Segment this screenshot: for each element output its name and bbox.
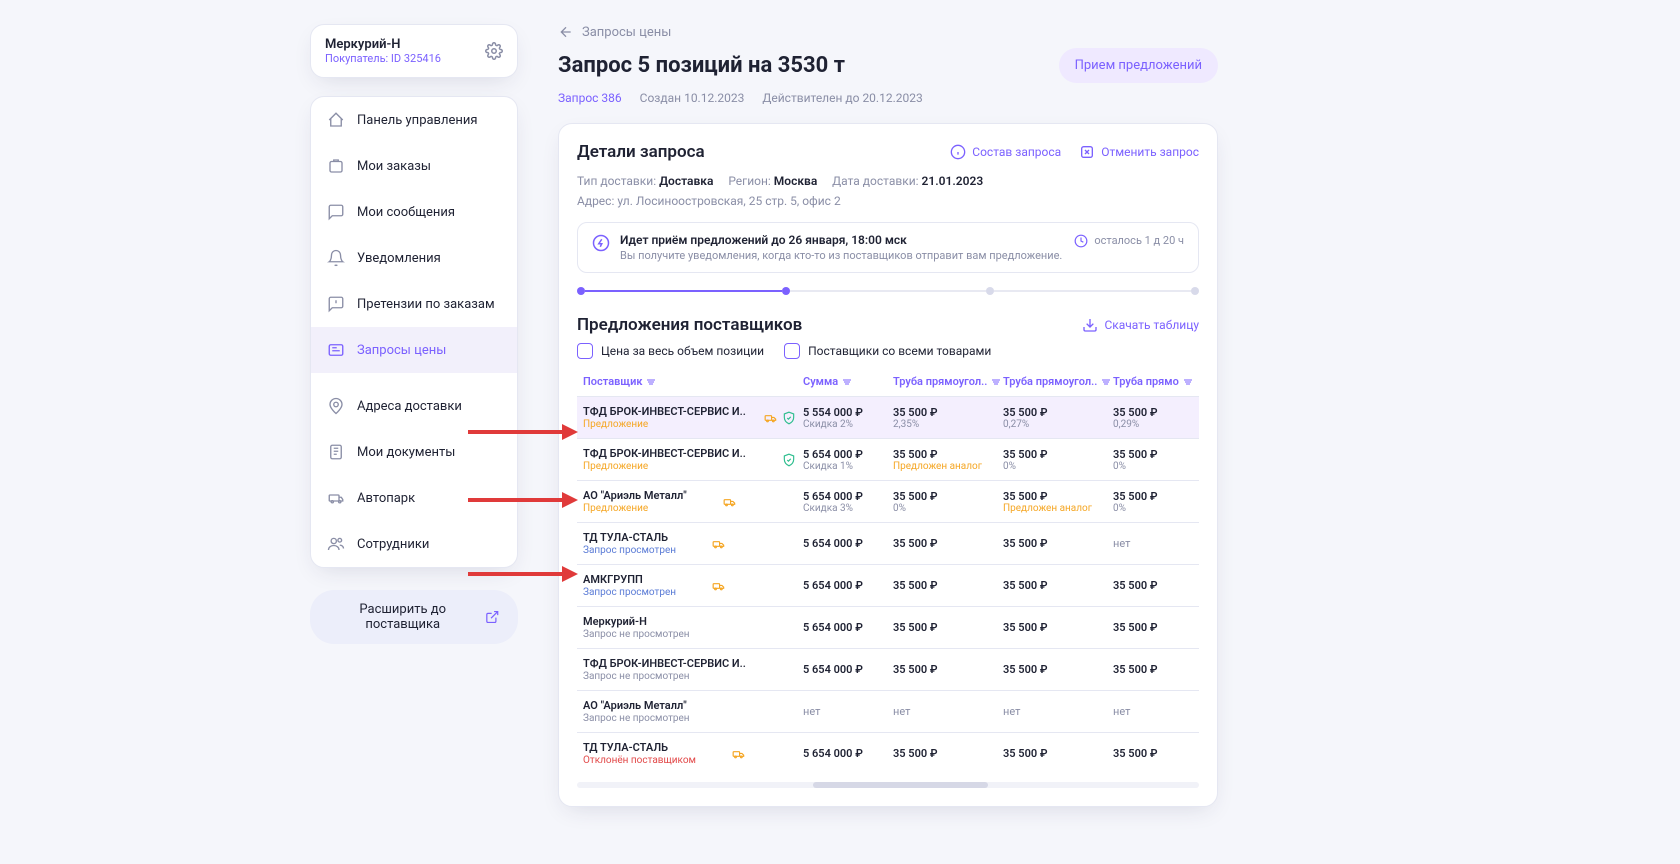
- table-row[interactable]: АМКГРУППЗапрос просмотрен5 654 000 ₽35 5…: [577, 564, 1199, 606]
- sidebar-item-label: Мои заказы: [357, 159, 431, 174]
- sidebar-item-label: Сотрудники: [357, 537, 429, 552]
- sidebar-item-dashboard[interactable]: Панель управления: [311, 97, 517, 143]
- gear-icon[interactable]: [485, 42, 503, 60]
- horizontal-scrollbar[interactable]: [577, 782, 1199, 788]
- sidebar-item-label: Уведомления: [357, 251, 441, 266]
- lightning-icon: [592, 234, 610, 252]
- delivery-icon: [712, 537, 726, 551]
- sort-icon: [1101, 377, 1111, 387]
- column-header[interactable]: Сумма: [803, 375, 893, 388]
- table-row[interactable]: ТФД БРОК-ИНВЕСТ-СЕРВИС И..Запрос не прос…: [577, 648, 1199, 690]
- progress-stepper: [577, 287, 1199, 295]
- download-icon: [1082, 317, 1098, 333]
- sidebar-item-label: Мои сообщения: [357, 205, 455, 220]
- sidebar-item-claims[interactable]: Претензии по заказам: [311, 281, 517, 327]
- column-header[interactable]: Труба прямоугол..: [893, 375, 1003, 388]
- shield-icon: [782, 453, 796, 467]
- orders-icon: [327, 157, 345, 175]
- table-row[interactable]: ТФД БРОК-ИНВЕСТ-СЕРВИС И..Предложение5 5…: [577, 396, 1199, 438]
- back-label: Запросы цены: [582, 25, 671, 40]
- table-row[interactable]: ТФД БРОК-ИНВЕСТ-СЕРВИС И..Предложение5 6…: [577, 438, 1199, 480]
- delivery-icon: [723, 495, 737, 509]
- profile-card[interactable]: Меркурий-Н Покупатель: ID 325416: [310, 24, 518, 78]
- expand-supplier-label: Расширить до поставщика: [328, 602, 477, 632]
- quotes-icon: [327, 341, 345, 359]
- table-row[interactable]: ТД ТУЛА-СТАЛЬЗапрос просмотрен5 654 000 …: [577, 522, 1199, 564]
- page-title: Запрос 5 позиций на 3530 т: [558, 53, 845, 78]
- status-pill: Прием предложений: [1059, 48, 1218, 83]
- info-icon: [950, 144, 966, 160]
- sort-icon: [646, 377, 656, 387]
- dashboard-icon: [327, 111, 345, 129]
- table-row[interactable]: АО "Ариэль Металл"Предложение5 654 000 ₽…: [577, 480, 1199, 522]
- clock-icon: [1074, 234, 1088, 248]
- claims-icon: [327, 295, 345, 313]
- sidebar-item-orders[interactable]: Мои заказы: [311, 143, 517, 189]
- sidebar-item-label: Мои документы: [357, 445, 455, 460]
- sidebar-item-label: Запросы цены: [357, 343, 446, 358]
- sidebar-item-label: Претензии по заказам: [357, 297, 495, 312]
- annotation-arrow: [468, 566, 578, 582]
- cancel-icon: [1079, 144, 1095, 160]
- cancel-link[interactable]: Отменить запрос: [1079, 144, 1199, 160]
- notice-title: Идет приём предложений до 26 января, 18:…: [620, 233, 1062, 247]
- delivery-icon: [712, 579, 726, 593]
- filter-all-items[interactable]: Поставщики со всеми товарами: [784, 343, 991, 359]
- arrow-left-icon: [558, 24, 574, 40]
- annotation-arrow: [468, 424, 578, 440]
- request-valid: Действителен до 20.12.2023: [762, 91, 922, 105]
- details-card: Детали запроса Состав запроса Отменить з…: [558, 123, 1218, 807]
- addresses-icon: [327, 397, 345, 415]
- sidebar-item-label: Адреса доставки: [357, 399, 462, 414]
- back-link[interactable]: Запросы цены: [558, 24, 1218, 40]
- annotation-arrow: [468, 492, 578, 508]
- delivery-icon: [732, 747, 746, 761]
- sidebar-item-label: Панель управления: [357, 113, 478, 128]
- shield-icon: [782, 411, 796, 425]
- external-link-icon: [485, 609, 500, 625]
- column-header[interactable]: Труба прямоугол..: [1003, 375, 1113, 388]
- sidebar-item-label: Автопарк: [357, 491, 415, 506]
- column-header[interactable]: Труба прямо: [1113, 375, 1199, 388]
- fleet-icon: [327, 489, 345, 507]
- offers-table: ПоставщикСуммаТруба прямоугол..Труба пря…: [577, 367, 1199, 788]
- details-heading: Детали запроса: [577, 142, 705, 162]
- staff-icon: [327, 535, 345, 553]
- notice-remaining: осталось 1 д 20 ч: [1074, 233, 1184, 248]
- filter-full-volume[interactable]: Цена за весь объем позиции: [577, 343, 764, 359]
- documents-icon: [327, 443, 345, 461]
- profile-subtitle: Покупатель: ID 325416: [325, 52, 441, 65]
- notifications-icon: [327, 249, 345, 267]
- compose-link[interactable]: Состав запроса: [950, 144, 1061, 160]
- notice-box: Идет приём предложений до 26 января, 18:…: [577, 222, 1199, 273]
- sidebar-item-notifications[interactable]: Уведомления: [311, 235, 517, 281]
- delivery-icon: [764, 411, 778, 425]
- request-meta: Запрос 386 Создан 10.12.2023 Действителе…: [558, 91, 1218, 105]
- table-row[interactable]: Меркурий-НЗапрос не просмотрен5 654 000 …: [577, 606, 1199, 648]
- sidebar-item-staff[interactable]: Сотрудники: [311, 521, 517, 567]
- sort-icon: [842, 377, 852, 387]
- profile-name: Меркурий-Н: [325, 37, 441, 52]
- messages-icon: [327, 203, 345, 221]
- notice-subtitle: Вы получите уведомления, когда кто-то из…: [620, 249, 1062, 262]
- offers-heading: Предложения поставщиков: [577, 315, 802, 335]
- sort-icon: [991, 377, 1001, 387]
- column-header[interactable]: Поставщик: [583, 375, 803, 388]
- table-row[interactable]: ТД ТУЛА-СТАЛЬОтклонён поставщиком5 654 0…: [577, 732, 1199, 774]
- sort-icon: [1183, 377, 1193, 387]
- download-table[interactable]: Скачать таблицу: [1082, 317, 1199, 333]
- sidebar-item-addresses[interactable]: Адреса доставки: [311, 383, 517, 429]
- table-row[interactable]: АО "Ариэль Металл"Запрос не просмотренне…: [577, 690, 1199, 732]
- sidebar-item-messages[interactable]: Мои сообщения: [311, 189, 517, 235]
- detail-line-address: Адрес: ул. Лосиноостровская, 25 стр. 5, …: [577, 194, 1199, 208]
- request-id[interactable]: Запрос 386: [558, 91, 622, 105]
- detail-line-delivery: Тип доставки: Доставка Регион: Москва Да…: [577, 174, 1199, 188]
- request-created: Создан 10.12.2023: [640, 91, 745, 105]
- expand-supplier-button[interactable]: Расширить до поставщика: [310, 590, 518, 644]
- sidebar-item-quotes[interactable]: Запросы цены: [311, 327, 517, 373]
